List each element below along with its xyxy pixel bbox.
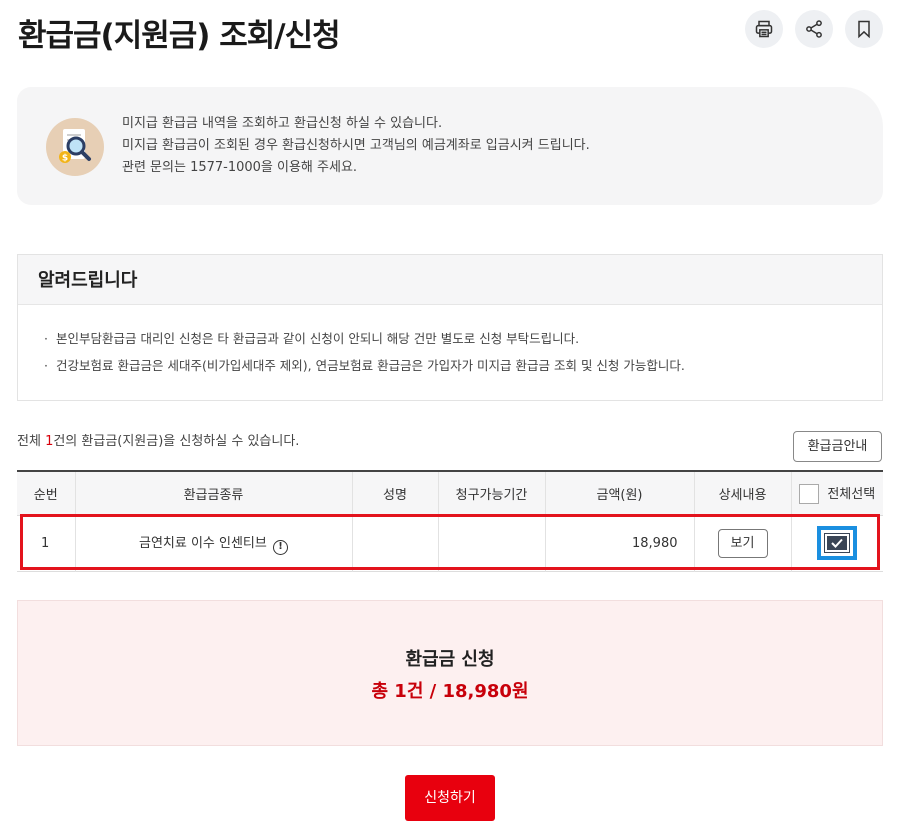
- summary-total: 총 1건 / 18,980원: [371, 681, 529, 702]
- result-count: 전체 1건의 환급금(지원금)을 신청하실 수 있습니다.: [17, 430, 299, 449]
- header-amount: 금액(원): [544, 471, 694, 515]
- magnifier-document-icon: $: [46, 118, 104, 176]
- row-checkbox[interactable]: [824, 533, 851, 553]
- select-all-label: 전체선택: [827, 486, 876, 502]
- checkmark-icon: [831, 538, 843, 548]
- refund-guide-button[interactable]: 환급금안내: [793, 431, 882, 462]
- cell-select: [790, 515, 883, 571]
- notice-list: 본인부담환급금 대리인 신청은 타 환급금과 같이 신청이 안되니 해당 건만 …: [18, 305, 882, 379]
- apply-button[interactable]: 신청하기: [405, 775, 495, 821]
- intro-line: 미지급 환급금이 조회된 경우 환급신청하시면 고객님의 예금계좌로 입금시켜 …: [122, 138, 590, 153]
- notice-title: 알려드립니다: [18, 255, 882, 305]
- header-no: 순번: [33, 487, 58, 503]
- cell-amount: 18,980: [544, 515, 694, 571]
- intro-text: 미지급 환급금 내역을 조회하고 환급신청 하실 수 있습니다. 미지급 환급금…: [122, 113, 590, 179]
- header-name: 성명: [351, 471, 438, 515]
- intro-info-box: $ 미지급 환급금 내역을 조회하고 환급신청 하실 수 있습니다. 미지급 환…: [17, 87, 883, 205]
- summary-title: 환급금 신청: [405, 649, 495, 670]
- share-button[interactable]: [795, 10, 833, 48]
- select-all-checkbox[interactable]: [799, 484, 820, 504]
- cell-name: [351, 515, 438, 571]
- header-period: 청구가능기간: [437, 471, 545, 515]
- info-icon[interactable]: !: [273, 539, 288, 555]
- notice-item: 본인부담환급금 대리인 신청은 타 환급금과 같이 신청이 안되니 해당 건만 …: [44, 325, 882, 352]
- bookmark-button[interactable]: [845, 10, 883, 48]
- print-button[interactable]: [745, 10, 783, 48]
- intro-line: 관련 문의는 1577-1000을 이용해 주세요.: [122, 160, 358, 175]
- bookmark-icon: [858, 20, 870, 39]
- svg-text:$: $: [62, 154, 68, 164]
- refund-type-label: 금연치료 이수 인센티브: [138, 535, 267, 551]
- row-select-focus[interactable]: [817, 526, 858, 560]
- refund-table: 순번 환급금종류 성명 청구가능기간 금액(원) 상세내용 전체선택 1 금연치…: [17, 470, 883, 572]
- table-row: 1 금연치료 이수 인센티브 ! 18,980 보기: [17, 515, 883, 571]
- cell-type: 금연치료 이수 인센티브 !: [74, 515, 352, 571]
- count-prefix: 전체: [17, 434, 46, 449]
- cell-no: 1: [41, 535, 50, 551]
- table-header-row: 순번 환급금종류 성명 청구가능기간 금액(원) 상세내용 전체선택: [17, 471, 883, 515]
- cell-period: [437, 515, 545, 571]
- notice-item: 건강보험료 환급금은 세대주(비가입세대주 제외), 연금보험료 환급금은 가입…: [44, 352, 882, 379]
- view-detail-button[interactable]: 보기: [717, 528, 768, 558]
- intro-line: 미지급 환급금 내역을 조회하고 환급신청 하실 수 있습니다.: [122, 116, 443, 131]
- page-title: 환급금(지원금) 조회/신청: [18, 18, 341, 54]
- header-select-all[interactable]: 전체선택: [790, 471, 883, 515]
- apply-summary: 환급금 신청 총 1건 / 18,980원: [17, 600, 883, 746]
- share-icon: [806, 20, 822, 38]
- count-suffix: 건의 환급금(지원금)을 신청하실 수 있습니다.: [53, 434, 300, 449]
- printer-icon: [755, 20, 773, 38]
- header-detail: 상세내용: [693, 471, 791, 515]
- cell-detail: 보기: [693, 515, 791, 571]
- header-type: 환급금종류: [74, 471, 352, 515]
- page-actions: [745, 10, 883, 48]
- notice-panel: 알려드립니다 본인부담환급금 대리인 신청은 타 환급금과 같이 신청이 안되니…: [17, 254, 883, 401]
